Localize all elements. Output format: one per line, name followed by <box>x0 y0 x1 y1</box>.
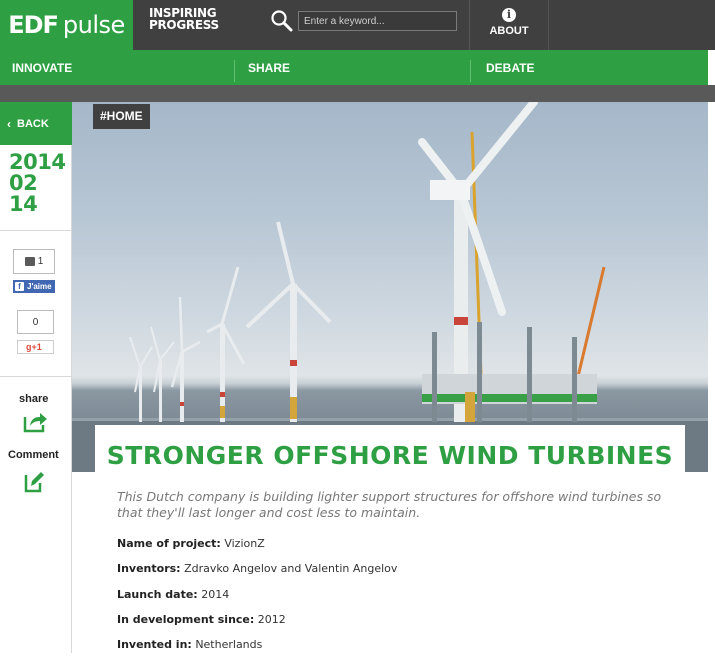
comment-edit-icon[interactable] <box>23 469 45 493</box>
logo-edf-text: EDF <box>8 11 59 39</box>
facebook-like-button[interactable]: f J'aime <box>13 280 55 293</box>
fact-row: Name of project: VizionZ <box>117 537 657 562</box>
search-input[interactable] <box>298 11 457 31</box>
search-icon[interactable] <box>270 9 294 33</box>
about-label: ABOUT <box>489 25 529 37</box>
thumbs-up-icon <box>24 257 35 266</box>
fact-row: Launch date: 2014 <box>117 588 657 613</box>
article-title: STRONGER OFFSHORE WIND TURBINES <box>106 441 674 470</box>
nav-sub-strip <box>0 85 715 102</box>
fact-value: Zdravko Angelov and Valentin Angelov <box>184 562 398 576</box>
date-day: 14 <box>9 192 38 216</box>
hero-image <box>72 102 708 472</box>
home-tag[interactable]: #HOME <box>93 104 150 129</box>
like-count-value: 1 <box>37 256 44 267</box>
fact-value: Netherlands <box>195 638 263 652</box>
tagline: INSPIRING PROGRESS <box>149 7 219 31</box>
fact-row: Invented in: Netherlands <box>117 638 657 663</box>
facebook-like-count: 1 <box>13 249 55 274</box>
fact-value: 2012 <box>257 612 286 626</box>
date-year: 2014 <box>9 150 66 174</box>
date-month: 02 <box>9 171 38 195</box>
share-icon[interactable] <box>22 408 48 434</box>
logo-pulse-text: pulse <box>62 11 125 39</box>
facebook-like-label: J'aime <box>27 282 52 291</box>
comment-label[interactable]: Comment <box>8 449 59 461</box>
fact-key: Inventors: <box>117 562 181 576</box>
nav-item-debate[interactable]: DEBATE <box>474 50 708 85</box>
gplus-count: 0 <box>17 310 54 334</box>
fact-key: Name of project: <box>117 537 221 550</box>
back-button[interactable]: ‹ BACK <box>0 102 72 145</box>
chevron-left-icon: ‹ <box>7 116 11 131</box>
nav-item-share[interactable]: SHARE <box>236 50 470 85</box>
edf-pulse-logo[interactable]: EDF pulse <box>0 0 133 50</box>
nav-divider <box>234 60 235 82</box>
info-icon: i <box>502 8 516 22</box>
wind-turbines-illustration <box>72 102 708 472</box>
fact-key: In development since: <box>117 612 255 626</box>
nav-item-innovate[interactable]: INNOVATE <box>0 50 234 85</box>
sidebar-separator <box>0 376 72 377</box>
fact-row: Inventors: Zdravko Angelov and Valentin … <box>117 562 657 587</box>
about-button[interactable]: i ABOUT <box>469 0 549 50</box>
fact-value: VizionZ <box>224 537 265 550</box>
share-label[interactable]: share <box>19 393 48 405</box>
article-lead: This Dutch company is building lighter s… <box>117 489 662 520</box>
fact-row: In development since: 2012 <box>117 613 657 638</box>
project-facts: Name of project: VizionZ Inventors: Zdra… <box>117 537 657 663</box>
publish-date: 2014 02 14 <box>9 150 66 216</box>
tagline-line-2: PROGRESS <box>149 18 219 32</box>
gplus-label: +1 <box>31 342 42 352</box>
sidebar-separator <box>0 230 72 231</box>
article-card: STRONGER OFFSHORE WIND TURBINES This Dut… <box>95 425 685 653</box>
top-header: EDF pulse INSPIRING PROGRESS i ABOUT <box>0 0 715 50</box>
gplus-button[interactable]: g+1 <box>17 340 54 354</box>
fact-key: Launch date: <box>117 587 198 601</box>
fact-value: 2014 <box>201 587 230 601</box>
nav-divider <box>470 60 471 82</box>
main-nav: INNOVATE SHARE DEBATE <box>0 50 708 85</box>
facebook-icon: f <box>15 282 24 291</box>
fact-key: Invented in: <box>117 638 192 652</box>
back-label: BACK <box>17 117 49 130</box>
